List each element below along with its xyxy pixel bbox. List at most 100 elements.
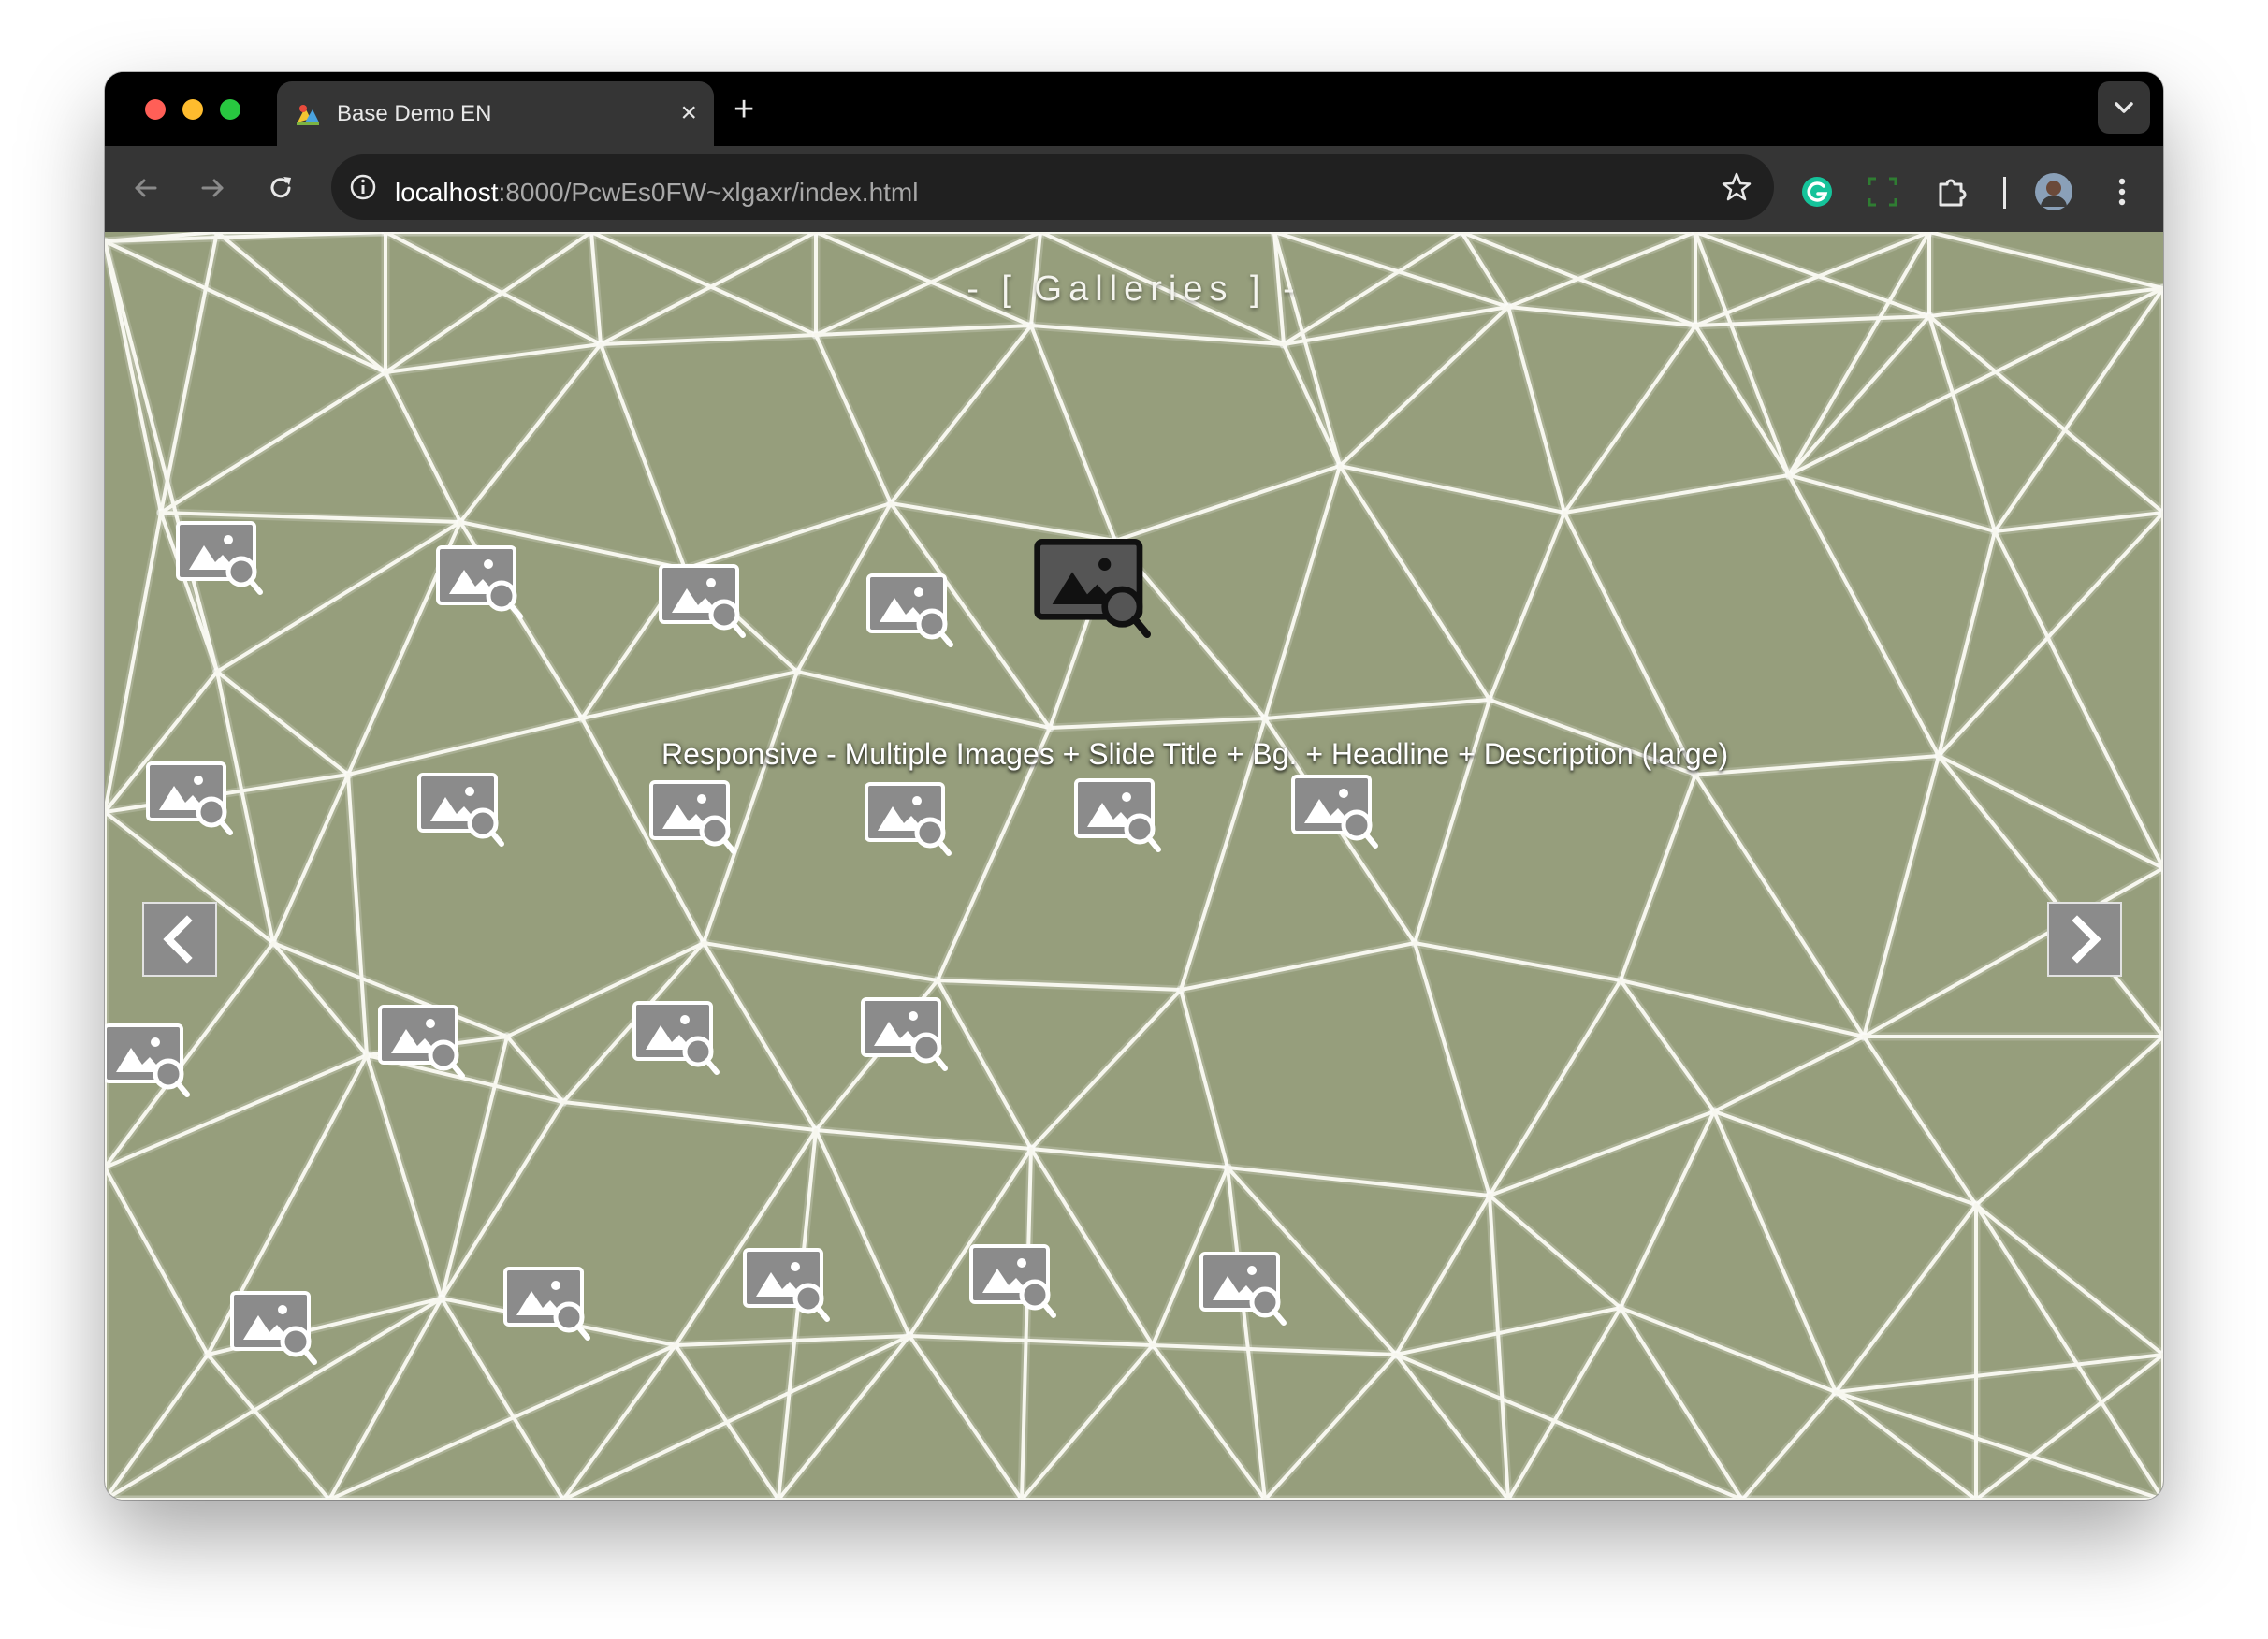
browser-tab[interactable]: Base Demo EN × [277,81,714,146]
slide-headline: Responsive - Multiple Images + Slide Tit… [662,737,1729,771]
extensions-puzzle-icon[interactable] [1933,173,1970,210]
gallery-thumbnail[interactable] [228,1289,322,1373]
gallery-thumbnail[interactable] [741,1246,835,1330]
chevron-left-icon [163,915,193,964]
background-line [814,333,893,505]
minimize-window-button[interactable] [182,99,203,120]
new-tab-icon[interactable]: + [734,92,754,127]
background-line [1712,1035,1866,1113]
background-line [1712,1110,1978,1207]
previous-slide-button[interactable] [142,902,217,977]
background-line [1740,1390,1838,1500]
grammarly-extension-icon[interactable] [1798,173,1836,210]
background-line [105,1166,210,1356]
background-line [1029,324,1117,543]
gallery-thumbnail[interactable] [1072,776,1166,861]
background-line [1834,1203,1978,1394]
gallery-thumbnail[interactable] [863,780,956,864]
background-line [561,1334,911,1500]
favicon-icon [297,105,319,125]
image-zoom-icon [649,780,736,854]
background-line [365,1053,443,1300]
profile-avatar[interactable] [2033,171,2074,212]
background-line [1993,529,2163,870]
background-line [1563,324,1697,515]
background-line [599,342,687,571]
gallery-thumbnail[interactable] [105,1022,195,1106]
background-line [1937,754,2163,870]
background-line [1787,473,1941,758]
more-menu-icon[interactable] [2113,173,2131,210]
geometric-line-background [105,232,2163,1500]
site-info-icon[interactable] [346,170,380,204]
back-icon[interactable] [129,171,163,205]
gallery-thumbnail[interactable] [174,519,268,603]
close-window-button[interactable] [145,99,166,120]
background-line [1488,1194,1622,1310]
screenshot-extension-icon[interactable] [1866,175,1899,209]
tab-title: Base Demo EN [337,101,492,126]
background-line [1834,1390,1978,1500]
gallery-thumbnail[interactable] [1198,1250,1291,1334]
gallery-thumbnail[interactable] [647,778,741,863]
gallery-thumbnail[interactable] [1289,773,1383,857]
background-line [1506,305,1566,515]
background-line [1338,464,1491,702]
background-line [1927,232,2163,290]
background-line [1413,941,1622,982]
background-line [346,773,369,1057]
background-line [1226,1166,1491,1197]
background-line [1488,511,1566,702]
gallery-thumbnail[interactable] [859,995,952,1080]
close-tab-icon[interactable]: × [680,99,697,127]
image-zoom-icon [1199,1252,1287,1326]
background-line [1263,1353,1398,1500]
page-content: - [ Galleries ] - Responsive - Multiple … [105,232,2163,1500]
maximize-window-button[interactable] [220,99,240,120]
url-text[interactable]: localhost:8000/PcwEs0FW~xlgaxr/index.htm… [395,177,918,209]
background-line [1787,314,1931,477]
image-zoom-icon [969,1244,1056,1318]
background-line [1413,941,1491,1197]
background-line [159,370,387,515]
background-line [1619,773,1697,982]
bookmark-star-icon[interactable] [1720,170,1753,204]
image-zoom-icon [866,573,953,647]
gallery-thumbnail[interactable] [657,562,750,646]
background-line [1862,754,1941,1038]
background-line [1029,1147,1229,1169]
gallery-thumbnail[interactable] [865,572,958,656]
background-line [889,324,1033,505]
forward-icon[interactable] [196,171,229,205]
next-slide-button[interactable] [2047,902,2122,977]
background-line [105,1353,210,1500]
reload-icon[interactable] [264,171,298,205]
gallery-thumbnail[interactable] [144,760,238,844]
image-zoom-icon [1074,778,1161,852]
chevron-down-icon [2115,102,2133,113]
tab-search-button[interactable] [2098,81,2150,134]
background-line [1974,1203,2163,1356]
gallery-thumbnail[interactable] [631,999,724,1083]
image-zoom-icon [743,1248,830,1322]
gallery-thumbnail[interactable] [376,1003,470,1087]
gallery-thumbnail[interactable] [1029,537,1160,649]
chevron-right-icon [2072,915,2101,964]
gallery-thumbnail[interactable] [967,1242,1061,1327]
image-zoom-icon [146,761,233,835]
background-line [384,370,462,524]
gallery-thumbnail[interactable] [502,1265,595,1349]
background-line [1263,698,1491,720]
background-line [702,941,939,982]
background-line [346,717,584,776]
image-zoom-icon [865,782,952,856]
background-line [1338,464,1566,515]
background-line [1113,464,1342,543]
background-line [1862,1035,1978,1207]
gallery-thumbnail[interactable] [415,771,509,855]
image-zoom-icon [176,521,263,595]
image-zoom-icon [417,773,504,847]
gallery-thumbnail[interactable] [434,544,528,628]
tab-strip: Base Demo EN × + [105,72,2163,146]
image-zoom-icon [659,564,746,638]
